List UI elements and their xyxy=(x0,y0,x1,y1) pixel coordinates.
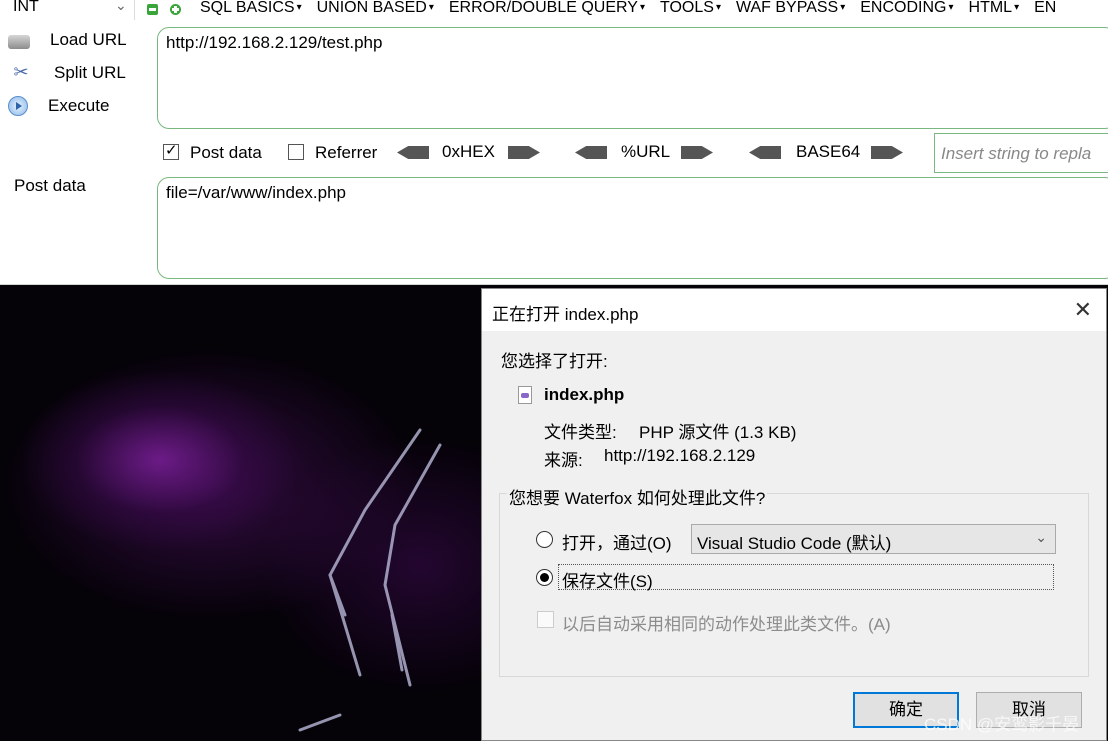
open-with-radio[interactable] xyxy=(536,531,553,548)
injection-type-value: INT xyxy=(13,0,39,15)
source-label: 来源: xyxy=(544,451,583,470)
menu-sql-basics[interactable]: SQL BASICS xyxy=(200,0,302,17)
referrer-checkbox-label: Referrer xyxy=(315,143,378,162)
hex-decode-arrow-icon[interactable] xyxy=(397,146,429,159)
base64-label: BASE64 xyxy=(796,142,861,161)
php-file-icon xyxy=(518,386,532,404)
execute-label: Execute xyxy=(48,96,110,115)
menu-en[interactable]: EN xyxy=(1034,0,1056,17)
menu-error-double-query[interactable]: ERROR/DOUBLE QUERY xyxy=(449,0,645,17)
source-value: http://192.168.2.129 xyxy=(604,446,756,465)
menu-waf-bypass[interactable]: WAF BYPASS xyxy=(736,0,845,17)
execute-button[interactable]: Execute xyxy=(8,92,109,120)
watermark-text: CSDN @安鸾影千晏 xyxy=(924,715,1080,734)
file-name: index.php xyxy=(544,385,625,404)
scissors-icon: ✂ xyxy=(13,62,29,82)
url-value: http://192.168.2.129/test.php xyxy=(166,33,383,52)
plus-icon[interactable] xyxy=(170,4,181,15)
open-file-dialog: 正在打开 index.php ✕ 您选择了打开: index.php 文件类型:… xyxy=(481,288,1107,741)
close-icon[interactable]: ✕ xyxy=(1074,297,1092,323)
base64-decode-arrow-icon[interactable] xyxy=(749,146,781,159)
menu-encoding[interactable]: ENCODING xyxy=(860,0,953,17)
menu-items: SQL BASICS UNION BASED ERROR/DOUBLE QUER… xyxy=(200,0,1056,17)
url-decode-arrow-icon[interactable] xyxy=(575,146,607,159)
url-encode-arrow-icon[interactable] xyxy=(681,146,713,159)
post-data-checkbox-label: Post data xyxy=(190,143,262,162)
dialog-titlebar: 正在打开 index.php ✕ xyxy=(482,289,1106,331)
application-select[interactable]: Visual Studio Code (默认) ⌄ xyxy=(691,524,1056,554)
load-url-label: Load URL xyxy=(50,30,127,49)
remember-choice-checkbox[interactable] xyxy=(537,611,554,628)
minus-icon[interactable] xyxy=(147,4,158,15)
menu-tools[interactable]: TOOLS xyxy=(660,0,721,17)
menu-union-based[interactable]: UNION BASED xyxy=(317,0,434,17)
post-data-label: Post data xyxy=(14,176,86,195)
file-type-label: 文件类型: xyxy=(544,423,617,442)
post-data-checkbox[interactable] xyxy=(163,141,179,160)
save-file-label: 保存文件(S) xyxy=(562,572,653,591)
post-data-textarea[interactable]: file=/var/www/index.php xyxy=(157,177,1108,279)
remember-choice-label: 以后自动采用相同的动作处理此类文件。(A) xyxy=(562,615,891,634)
hex-label: 0xHEX xyxy=(442,142,495,161)
hex-encode-arrow-icon[interactable] xyxy=(508,146,540,159)
action-question: 您想要 Waterfox 如何处理此文件? xyxy=(507,484,768,509)
hackbar-panel: INT ⌄ SQL BASICS UNION BASED ERROR/DOUBL… xyxy=(0,0,1108,285)
open-with-label: 打开，通过(O) xyxy=(562,534,672,553)
application-select-value: Visual Studio Code (默认) xyxy=(697,534,892,553)
menu-html[interactable]: HTML xyxy=(969,0,1020,17)
replace-string-input[interactable]: Insert string to repla xyxy=(934,133,1108,173)
chevron-down-icon: ⌄ xyxy=(1035,529,1047,545)
file-type-value: PHP 源文件 (1.3 KB) xyxy=(639,423,797,442)
split-url-button[interactable]: ✂ Split URL xyxy=(8,59,126,87)
dialog-title: 正在打开 index.php xyxy=(492,305,639,324)
injection-type-select[interactable]: INT ⌄ xyxy=(0,0,135,20)
url-encode-label: %URL xyxy=(621,142,671,161)
chevron-down-icon: ⌄ xyxy=(115,0,127,13)
load-url-icon xyxy=(8,35,30,49)
play-icon xyxy=(8,96,28,116)
base64-encode-arrow-icon[interactable] xyxy=(871,146,903,159)
load-url-button[interactable]: Load URL xyxy=(8,26,127,54)
post-data-value: file=/var/www/index.php xyxy=(166,183,347,202)
referrer-checkbox[interactable] xyxy=(288,144,304,160)
save-file-radio[interactable] xyxy=(536,569,553,586)
split-url-label: Split URL xyxy=(54,63,126,82)
url-textarea[interactable]: http://192.168.2.129/test.php xyxy=(157,27,1108,129)
hackbar-menubar: INT ⌄ SQL BASICS UNION BASED ERROR/DOUBL… xyxy=(0,0,1108,22)
you-chose-text: 您选择了打开: xyxy=(501,352,608,371)
